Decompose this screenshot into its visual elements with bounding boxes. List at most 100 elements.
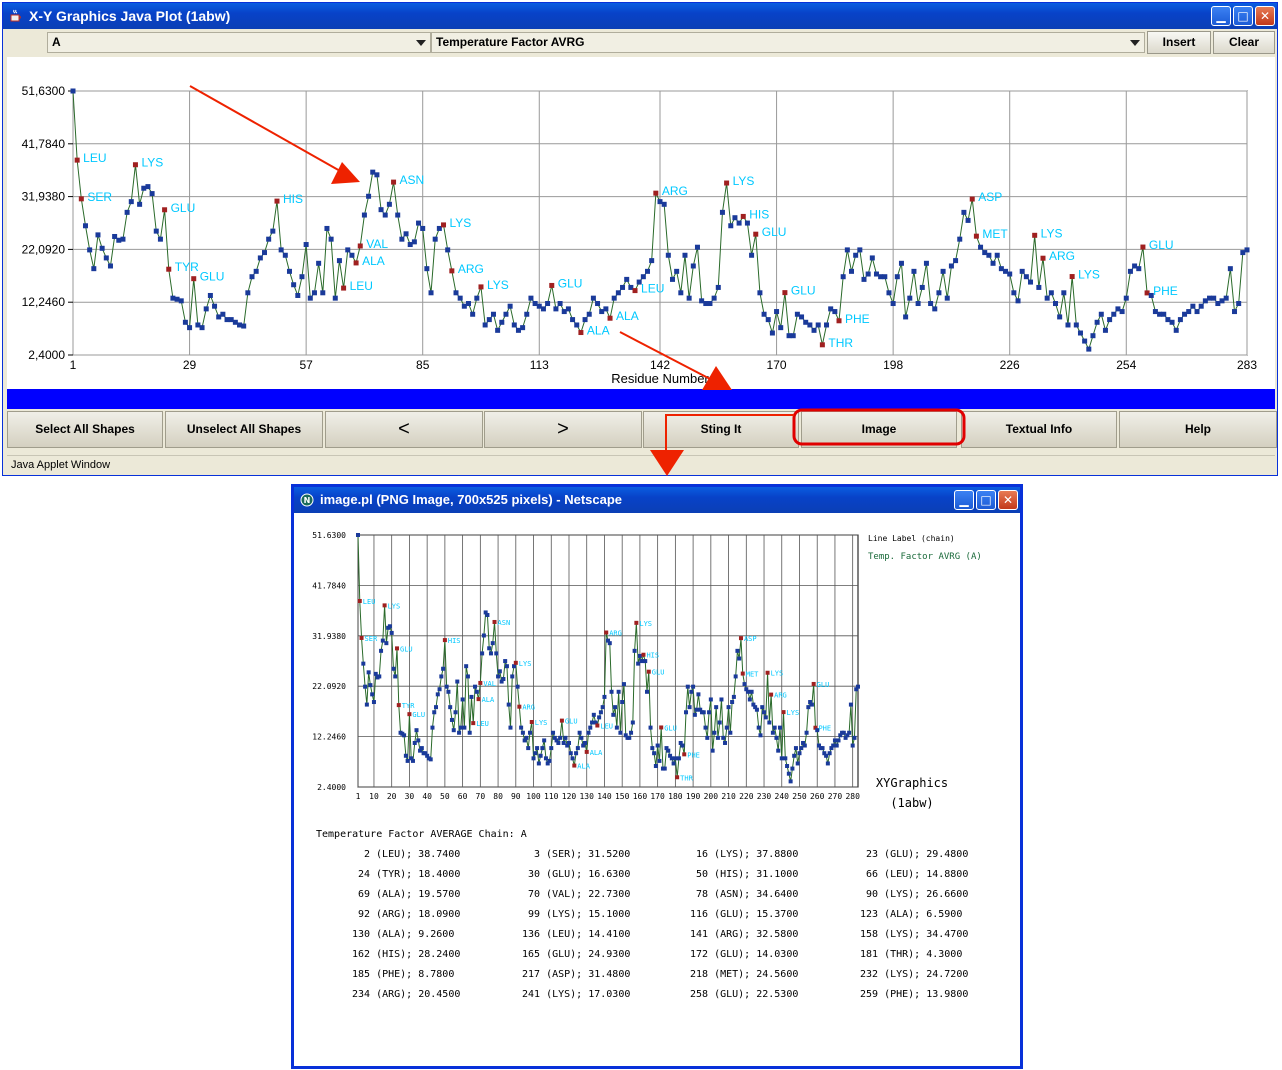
data-point[interactable] <box>403 231 409 237</box>
data-point[interactable] <box>1198 303 1204 309</box>
data-point[interactable] <box>99 245 105 251</box>
data-point[interactable] <box>844 247 850 253</box>
data-point[interactable] <box>944 295 950 301</box>
textual-info-button[interactable]: Textual Info <box>961 411 1117 448</box>
data-point[interactable] <box>82 223 88 229</box>
data-point[interactable] <box>790 333 796 339</box>
data-point[interactable] <box>1119 309 1125 315</box>
data-point[interactable] <box>266 236 272 242</box>
data-point[interactable] <box>728 223 734 229</box>
data-point[interactable] <box>524 311 530 317</box>
data-point[interactable] <box>1127 268 1133 274</box>
data-point[interactable] <box>1011 290 1017 296</box>
data-point[interactable] <box>549 282 555 288</box>
data-point[interactable] <box>570 317 576 323</box>
data-point[interactable] <box>736 220 742 226</box>
data-point[interactable] <box>1015 298 1021 304</box>
data-point[interactable] <box>203 306 209 312</box>
data-point[interactable] <box>948 263 954 269</box>
insert-button[interactable]: Insert <box>1147 31 1211 54</box>
data-point[interactable] <box>1232 309 1238 315</box>
data-point[interactable] <box>253 268 259 274</box>
data-point[interactable] <box>303 242 309 248</box>
data-point[interactable] <box>1007 271 1013 277</box>
data-point[interactable] <box>332 295 338 301</box>
data-point[interactable] <box>1111 311 1117 317</box>
chain-select[interactable]: A <box>47 32 431 53</box>
data-point[interactable] <box>324 225 330 231</box>
data-point[interactable] <box>761 311 767 317</box>
data-point[interactable] <box>366 193 372 199</box>
data-point[interactable] <box>1048 290 1054 296</box>
data-point[interactable] <box>212 303 218 309</box>
data-point[interactable] <box>1177 317 1183 323</box>
data-point[interactable] <box>345 247 351 253</box>
data-point[interactable] <box>832 309 838 315</box>
data-point[interactable] <box>207 292 213 298</box>
data-point[interactable] <box>757 290 763 296</box>
data-point[interactable] <box>715 284 721 290</box>
data-point[interactable] <box>420 225 426 231</box>
data-point[interactable] <box>578 330 584 336</box>
data-point[interactable] <box>1082 338 1088 344</box>
data-point[interactable] <box>595 301 601 307</box>
data-point[interactable] <box>257 255 263 261</box>
data-point[interactable] <box>1186 309 1192 315</box>
data-point[interactable] <box>311 290 317 296</box>
data-point[interactable] <box>898 260 904 266</box>
data-point[interactable] <box>890 301 896 307</box>
data-point[interactable] <box>486 317 492 323</box>
data-point[interactable] <box>1161 311 1167 317</box>
data-point[interactable] <box>399 236 405 242</box>
data-point[interactable] <box>361 212 367 218</box>
data-point[interactable] <box>582 317 588 323</box>
data-point[interactable] <box>932 306 938 312</box>
data-point[interactable] <box>869 255 875 261</box>
data-point[interactable] <box>328 236 334 242</box>
data-point[interactable] <box>153 228 159 234</box>
data-point[interactable] <box>836 318 842 324</box>
data-point[interactable] <box>145 184 151 190</box>
data-point[interactable] <box>778 325 784 331</box>
data-point[interactable] <box>969 196 975 202</box>
data-point[interactable] <box>341 285 347 291</box>
data-point[interactable] <box>187 325 193 331</box>
data-point[interactable] <box>1019 268 1025 274</box>
data-point[interactable] <box>1032 232 1038 238</box>
data-point[interactable] <box>457 295 463 301</box>
data-point[interactable] <box>815 322 821 328</box>
data-point[interactable] <box>316 260 322 266</box>
data-point[interactable] <box>191 276 197 282</box>
data-point[interactable] <box>669 276 675 282</box>
data-point[interactable] <box>986 252 992 258</box>
data-point[interactable] <box>1190 303 1196 309</box>
data-point[interactable] <box>103 255 109 261</box>
data-point[interactable] <box>478 284 484 290</box>
data-point[interactable] <box>482 322 488 328</box>
title-bar[interactable]: X-Y Graphics Java Plot (1abw) ▁ □ ✕ <box>3 3 1277 29</box>
data-point[interactable] <box>682 252 688 258</box>
data-point[interactable] <box>903 314 909 320</box>
data-point[interactable] <box>586 311 592 317</box>
data-point[interactable] <box>507 303 513 309</box>
data-point[interactable] <box>907 295 913 301</box>
data-point[interactable] <box>474 295 480 301</box>
data-point[interactable] <box>1036 284 1042 290</box>
data-point[interactable] <box>915 301 921 307</box>
data-point[interactable] <box>740 213 746 219</box>
data-point[interactable] <box>91 266 97 272</box>
data-point[interactable] <box>707 301 713 307</box>
image-button[interactable]: Image <box>801 411 957 448</box>
data-point[interactable] <box>432 236 438 242</box>
data-point[interactable] <box>624 276 630 282</box>
data-point[interactable] <box>249 274 255 280</box>
data-point[interactable] <box>894 274 900 280</box>
data-point[interactable] <box>615 290 621 296</box>
plot-panel[interactable]: 1 29 57 85 113 142 170 198 226 254 283 51,6300 41,78… <box>7 57 1275 389</box>
data-point[interactable] <box>819 342 825 348</box>
data-point[interactable] <box>495 327 501 333</box>
data-point[interactable] <box>611 295 617 301</box>
temperature-factor-chart[interactable]: 1 29 57 85 113 142 170 198 226 254 283 51,6300 41,78… <box>7 57 1275 389</box>
data-point[interactable] <box>453 290 459 296</box>
data-point[interactable] <box>665 252 671 258</box>
